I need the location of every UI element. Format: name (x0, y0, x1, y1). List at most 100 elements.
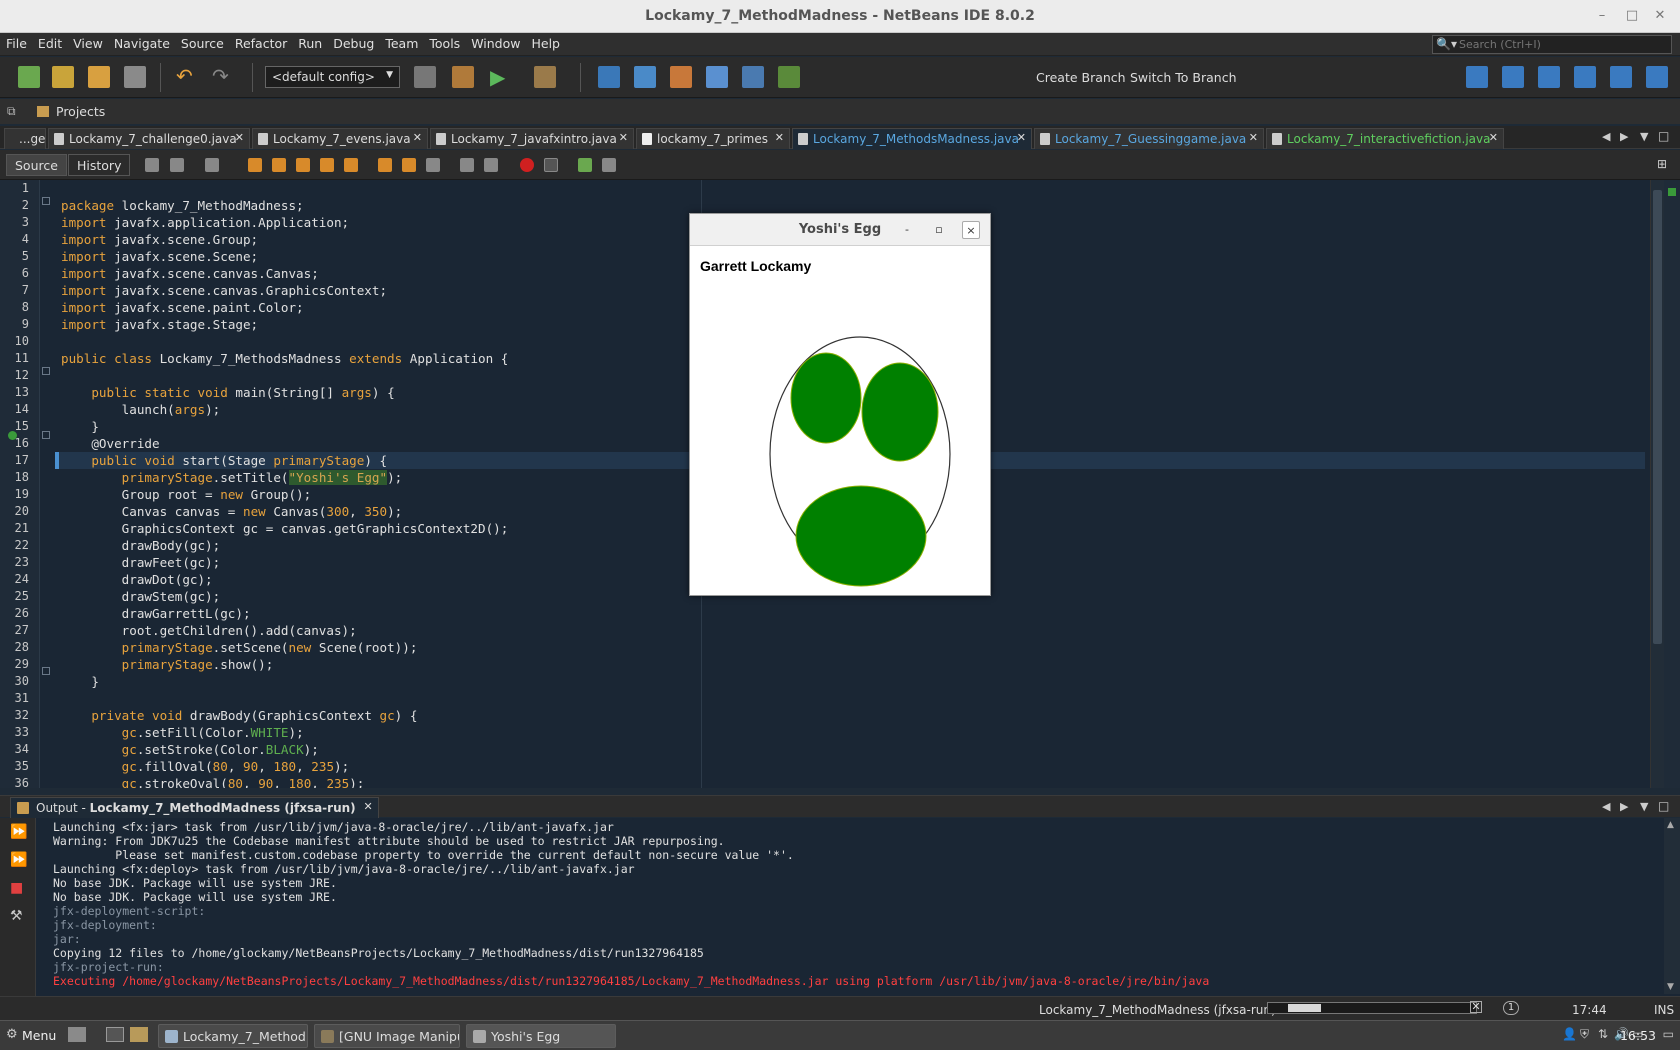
network-icon[interactable]: ⇅ (1598, 1027, 1608, 1041)
run-icon[interactable]: ▶ (490, 66, 512, 88)
forward-icon[interactable] (205, 158, 219, 172)
tab-file[interactable]: lockamy_7_primes ✕ (636, 128, 790, 149)
menu-refactor[interactable]: Refactor (229, 33, 292, 51)
show-desktop-icon[interactable]: ▭ (1663, 1027, 1674, 1041)
cancel-task-icon[interactable]: ✕ (1470, 1001, 1482, 1013)
start-menu-icon[interactable]: ⚙ (6, 1027, 18, 1042)
fx-minimize-button[interactable]: - (898, 221, 916, 239)
tab-file-active[interactable]: Lockamy_7_MethodsMadness.java ✕ (792, 128, 1032, 149)
fx-titlebar[interactable]: Yoshi's Egg - ▫ × (690, 214, 990, 246)
fx-close-button[interactable]: × (962, 221, 980, 239)
menu-source[interactable]: Source (175, 33, 229, 51)
save-all-icon[interactable] (124, 66, 146, 88)
start-menu-button[interactable]: Menu (22, 1028, 56, 1043)
editor-scrollbar[interactable] (1650, 180, 1664, 788)
error-stripe[interactable] (1664, 180, 1680, 788)
close-icon[interactable]: ✕ (363, 800, 372, 813)
scroll-down-icon[interactable]: ▼ (1667, 982, 1674, 992)
last-edit-icon[interactable] (145, 158, 159, 172)
find-next-icon[interactable] (296, 158, 310, 172)
rerun-with-params-icon[interactable]: ⏩ (10, 852, 27, 868)
output-list-icon[interactable]: ▼ (1640, 800, 1648, 813)
split-editor-icon[interactable]: ⊞ (1657, 157, 1667, 171)
yoshi-egg-window[interactable]: Yoshi's Egg - ▫ × Garrett Lockamy (689, 213, 991, 596)
taskbar-window-yoshi[interactable]: Yoshi's Egg (466, 1024, 616, 1048)
tab-file[interactable]: Lockamy_7_interactivefiction.java ✕ (1266, 128, 1504, 149)
menu-window[interactable]: Window (465, 33, 525, 51)
open-project-icon[interactable] (88, 66, 110, 88)
copy-icon[interactable] (742, 66, 764, 88)
rerun-icon[interactable]: ⏩ (10, 824, 27, 840)
user-icon[interactable]: 👤 (1562, 1027, 1577, 1041)
find-prev-icon[interactable] (272, 158, 286, 172)
output-scrollbar[interactable]: ▲ ▼ (1664, 818, 1680, 994)
output-right-icon[interactable]: ▶ (1620, 800, 1628, 813)
stop-icon[interactable]: ■ (10, 880, 26, 896)
scroll-tabs-right-icon[interactable]: ▶ (1620, 130, 1628, 143)
search-input[interactable] (1459, 37, 1664, 52)
close-icon[interactable]: ✕ (413, 131, 422, 144)
toggle-bookmark-icon[interactable] (426, 158, 440, 172)
fx-maximize-button[interactable]: ▫ (930, 221, 948, 239)
git-merge-icon[interactable] (1646, 66, 1668, 88)
menu-view[interactable]: View (67, 33, 108, 51)
history-tab-button[interactable]: History (68, 154, 131, 176)
shift-right-icon[interactable] (484, 158, 498, 172)
tab-file[interactable]: ...ge (4, 128, 46, 149)
shift-left-icon[interactable] (460, 158, 474, 172)
clean-build-icon[interactable] (452, 66, 474, 88)
tab-list-icon[interactable]: ▼ (1640, 130, 1648, 143)
debug-icon[interactable] (534, 66, 556, 88)
output-maximize-icon[interactable]: □ (1658, 799, 1669, 813)
find-selection-icon[interactable] (320, 158, 334, 172)
undo-icon[interactable]: ↶ (176, 66, 198, 88)
profile-icon[interactable] (598, 66, 620, 88)
tab-file[interactable]: Lockamy_7_javafxintro.java ✕ (430, 128, 634, 149)
fold-icon[interactable] (42, 197, 50, 205)
git-fetch-icon[interactable] (1574, 66, 1596, 88)
output-panel[interactable]: ⏩ ⏩ ■ ⚒ Launching <fx:jar> task from /us… (0, 818, 1680, 996)
tab-file[interactable]: Lockamy_7_challenge0.java ✕ (48, 128, 250, 149)
highlight-icon[interactable] (344, 158, 358, 172)
scroll-tabs-left-icon[interactable]: ◀ (1602, 130, 1610, 143)
scroll-up-icon[interactable]: ▲ (1667, 820, 1674, 830)
shield-icon[interactable]: ⛨ (1580, 1027, 1589, 1042)
db-icon[interactable] (706, 66, 728, 88)
redo-icon[interactable]: ↷ (212, 66, 234, 88)
git-add-icon[interactable] (1502, 66, 1524, 88)
close-icon[interactable]: ✕ (1489, 131, 1498, 144)
tab-file[interactable]: Lockamy_7_evens.java ✕ (252, 128, 428, 149)
notes-icon[interactable] (778, 66, 800, 88)
output-left-icon[interactable]: ◀ (1602, 800, 1610, 813)
git-pull-icon[interactable] (1538, 66, 1560, 88)
menu-navigate[interactable]: Navigate (108, 33, 175, 51)
git-push-icon[interactable] (1610, 66, 1632, 88)
close-icon[interactable]: ✕ (1017, 131, 1026, 144)
taskbar-window-netbeans[interactable]: Lockamy_7_Method... (158, 1024, 308, 1048)
menu-team[interactable]: Team (379, 33, 423, 51)
prev-bookmark-icon[interactable] (378, 158, 392, 172)
menu-edit[interactable]: Edit (32, 33, 67, 51)
output-tab[interactable]: Output - Lockamy_7_MethodMadness (jfxsa-… (10, 797, 379, 818)
fold-icon[interactable] (42, 667, 50, 675)
fold-icon[interactable] (42, 431, 50, 439)
fold-icon[interactable] (42, 367, 50, 375)
close-icon[interactable]: ✕ (235, 131, 244, 144)
source-tab-button[interactable]: Source (6, 154, 67, 176)
settings-icon[interactable]: ⚒ (10, 908, 26, 924)
build-hammer-icon[interactable] (414, 66, 436, 88)
new-file-icon[interactable] (18, 66, 40, 88)
maximize-button[interactable]: □ (1622, 8, 1642, 23)
menu-run[interactable]: Run (292, 33, 327, 51)
uncomment-icon[interactable] (602, 158, 616, 172)
new-project-icon[interactable] (52, 66, 74, 88)
next-bookmark-icon[interactable] (402, 158, 416, 172)
close-icon[interactable]: ✕ (1249, 131, 1258, 144)
tab-file[interactable]: Lockamy_7_Guessinggame.java ✕ (1034, 128, 1264, 149)
menu-tools[interactable]: Tools (423, 33, 465, 51)
create-branch-button[interactable]: Create Branch (1036, 70, 1126, 85)
comment-icon[interactable] (578, 158, 592, 172)
notifications-badge[interactable]: 1 (1503, 1001, 1519, 1015)
file-manager-icon[interactable] (68, 1027, 86, 1042)
projects-tab[interactable]: Projects (56, 104, 105, 119)
